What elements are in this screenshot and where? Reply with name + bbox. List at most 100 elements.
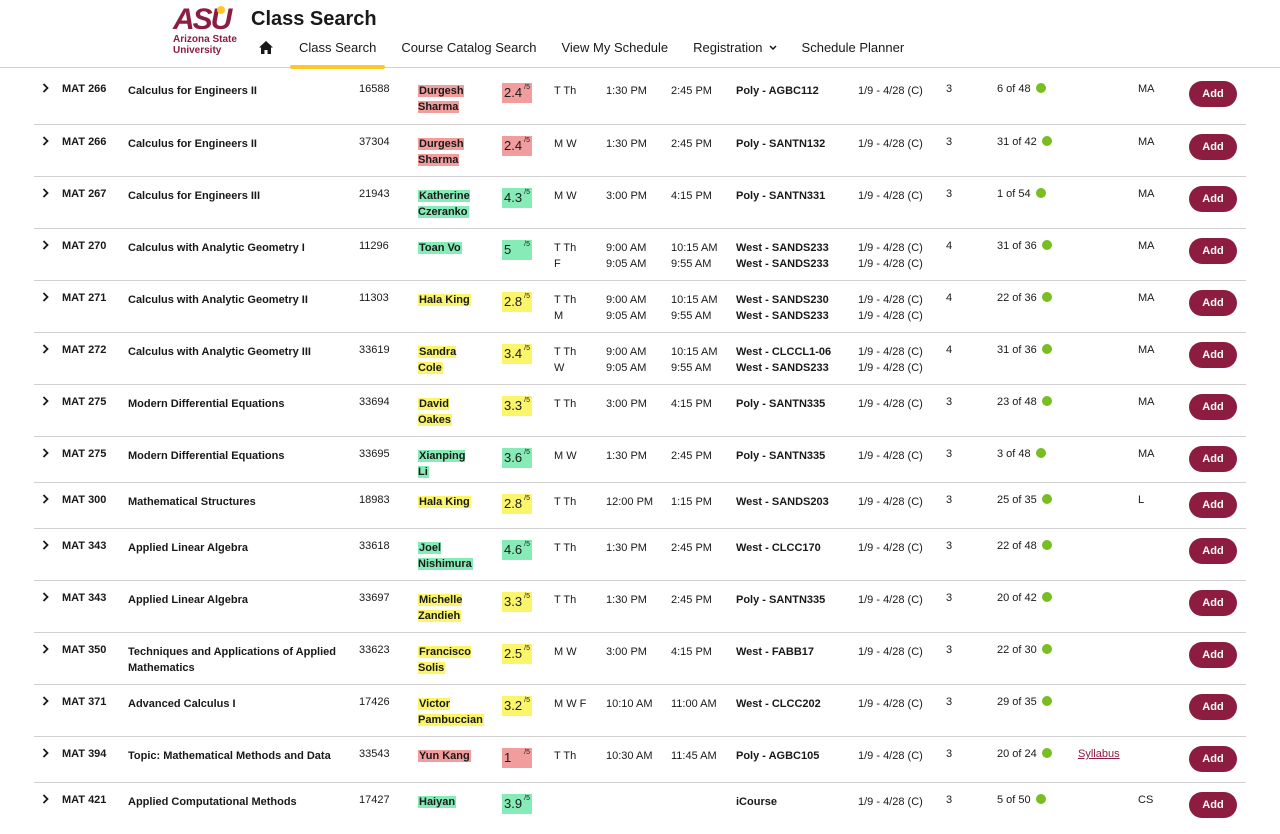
class-row[interactable]: MAT 300 Mathematical Structures 18983 Ha… <box>34 482 1246 528</box>
course-title[interactable]: Applied Linear Algebra <box>128 592 343 608</box>
expand-chevron-icon[interactable] <box>42 696 52 709</box>
course-code[interactable]: MAT 275 <box>62 396 106 408</box>
course-title[interactable]: Calculus with Analytic Geometry I <box>128 240 343 256</box>
location[interactable]: Poly - SANTN331 <box>736 188 825 204</box>
instructor-rating[interactable]: 3.4/5 <box>502 344 532 364</box>
instructor-rating[interactable]: 5/5 <box>502 240 532 260</box>
location[interactable]: West - SANDS230 West - SANDS233 <box>736 292 829 324</box>
class-row[interactable]: MAT 266 Calculus for Engineers II 37304 … <box>34 124 1246 176</box>
location[interactable]: West - SANDS233 West - SANDS233 <box>736 240 829 272</box>
instructor-rating[interactable]: 1/5 <box>502 748 532 768</box>
course-title[interactable]: Calculus for Engineers II <box>128 83 343 99</box>
add-button[interactable]: Add <box>1189 492 1237 518</box>
course-code[interactable]: MAT 275 <box>62 448 106 460</box>
expand-chevron-icon[interactable] <box>42 540 52 553</box>
add-button[interactable]: Add <box>1189 694 1237 720</box>
nav-class-search[interactable]: Class Search <box>289 40 386 69</box>
expand-chevron-icon[interactable] <box>42 448 52 461</box>
class-row[interactable]: MAT 272 Calculus with Analytic Geometry … <box>34 332 1246 384</box>
location[interactable]: West - SANDS203 <box>736 494 829 510</box>
class-row[interactable]: MAT 275 Modern Differential Equations 33… <box>34 436 1246 482</box>
instructor[interactable]: Sandra Cole <box>418 344 478 376</box>
expand-chevron-icon[interactable] <box>42 292 52 305</box>
class-row[interactable]: MAT 371 Advanced Calculus I 17426 Victor… <box>34 684 1246 736</box>
course-code[interactable]: MAT 343 <box>62 592 106 604</box>
course-code[interactable]: MAT 343 <box>62 540 106 552</box>
add-button[interactable]: Add <box>1189 134 1237 160</box>
instructor-rating[interactable]: 3.2/5 <box>502 696 532 716</box>
add-button[interactable]: Add <box>1189 290 1237 316</box>
instructor-rating[interactable]: 2.4/5 <box>502 136 532 156</box>
instructor-rating[interactable]: 2.8/5 <box>502 292 532 312</box>
location[interactable]: West - FABB17 <box>736 644 814 660</box>
course-title[interactable]: Applied Computational Methods <box>128 794 343 810</box>
location[interactable]: West - CLCC170 <box>736 540 821 556</box>
instructor[interactable]: Francisco Solis <box>418 644 478 676</box>
course-title[interactable]: Calculus for Engineers III <box>128 188 343 204</box>
add-button[interactable]: Add <box>1189 186 1237 212</box>
add-button[interactable]: Add <box>1189 590 1237 616</box>
class-row[interactable]: MAT 350 Techniques and Applications of A… <box>34 632 1246 684</box>
location[interactable]: Poly - SANTN132 <box>736 136 825 152</box>
add-button[interactable]: Add <box>1189 746 1237 772</box>
instructor[interactable]: Yun Kang <box>418 748 478 764</box>
class-row[interactable]: MAT 343 Applied Linear Algebra 33618 Joe… <box>34 528 1246 580</box>
nav-course-catalog[interactable]: Course Catalog Search <box>401 40 536 68</box>
add-button[interactable]: Add <box>1189 792 1237 818</box>
location[interactable]: iCourse <box>736 794 777 810</box>
class-row[interactable]: MAT 266 Calculus for Engineers II 16588 … <box>34 72 1246 124</box>
course-code[interactable]: MAT 371 <box>62 696 106 708</box>
instructor[interactable]: Durgesh Sharma <box>418 136 478 168</box>
instructor-rating[interactable]: 3.3/5 <box>502 592 532 612</box>
expand-chevron-icon[interactable] <box>42 344 52 357</box>
instructor-rating[interactable]: 2.8/5 <box>502 494 532 514</box>
course-title[interactable]: Modern Differential Equations <box>128 396 343 412</box>
expand-chevron-icon[interactable] <box>42 396 52 409</box>
course-title[interactable]: Mathematical Structures <box>128 494 343 510</box>
course-code[interactable]: MAT 266 <box>62 136 106 148</box>
instructor[interactable]: Hala King <box>418 494 478 510</box>
class-row[interactable]: MAT 270 Calculus with Analytic Geometry … <box>34 228 1246 280</box>
instructor-rating[interactable]: 2.5/5 <box>502 644 532 664</box>
instructor[interactable]: Toan Vo <box>418 240 478 256</box>
instructor[interactable]: Joel Nishimura <box>418 540 478 572</box>
class-row[interactable]: MAT 267 Calculus for Engineers III 21943… <box>34 176 1246 228</box>
instructor-rating[interactable]: 3.6/5 <box>502 448 532 468</box>
course-code[interactable]: MAT 421 <box>62 794 106 806</box>
expand-chevron-icon[interactable] <box>42 748 52 761</box>
course-code[interactable]: MAT 266 <box>62 83 106 95</box>
course-title[interactable]: Topic: Mathematical Methods and Data <box>128 748 343 764</box>
course-title[interactable]: Applied Linear Algebra <box>128 540 343 556</box>
expand-chevron-icon[interactable] <box>42 794 52 807</box>
instructor-rating[interactable]: 2.4/5 <box>502 83 532 103</box>
course-code[interactable]: MAT 300 <box>62 494 106 506</box>
course-code[interactable]: MAT 270 <box>62 240 106 252</box>
course-title[interactable]: Calculus with Analytic Geometry III <box>128 344 343 360</box>
instructor[interactable]: Katherine Czeranko <box>418 188 478 220</box>
asu-logo[interactable]: ASU Arizona State University <box>173 5 243 58</box>
course-code[interactable]: MAT 350 <box>62 644 106 656</box>
home-icon[interactable] <box>258 40 274 56</box>
add-button[interactable]: Add <box>1189 642 1237 668</box>
class-row[interactable]: MAT 343 Applied Linear Algebra 33697 Mic… <box>34 580 1246 632</box>
course-code[interactable]: MAT 394 <box>62 748 106 760</box>
location[interactable]: Poly - SANTN335 <box>736 448 825 464</box>
add-button[interactable]: Add <box>1189 81 1237 107</box>
course-title[interactable]: Calculus for Engineers II <box>128 136 343 152</box>
class-row[interactable]: MAT 271 Calculus with Analytic Geometry … <box>34 280 1246 332</box>
course-code[interactable]: MAT 271 <box>62 292 106 304</box>
expand-chevron-icon[interactable] <box>42 188 52 201</box>
instructor[interactable]: David Oakes <box>418 396 478 428</box>
syllabus-link[interactable]: Syllabus <box>1078 748 1120 760</box>
course-title[interactable]: Techniques and Applications of Applied M… <box>128 644 343 676</box>
nav-registration[interactable]: Registration <box>693 40 777 68</box>
location[interactable]: Poly - AGBC112 <box>736 83 819 99</box>
add-button[interactable]: Add <box>1189 446 1237 472</box>
class-row[interactable]: MAT 394 Topic: Mathematical Methods and … <box>34 736 1246 782</box>
add-button[interactable]: Add <box>1189 394 1237 420</box>
expand-chevron-icon[interactable] <box>42 644 52 657</box>
location[interactable]: Poly - SANTN335 <box>736 396 825 412</box>
add-button[interactable]: Add <box>1189 238 1237 264</box>
instructor[interactable]: Durgesh Sharma <box>418 83 478 115</box>
course-code[interactable]: MAT 272 <box>62 344 106 356</box>
